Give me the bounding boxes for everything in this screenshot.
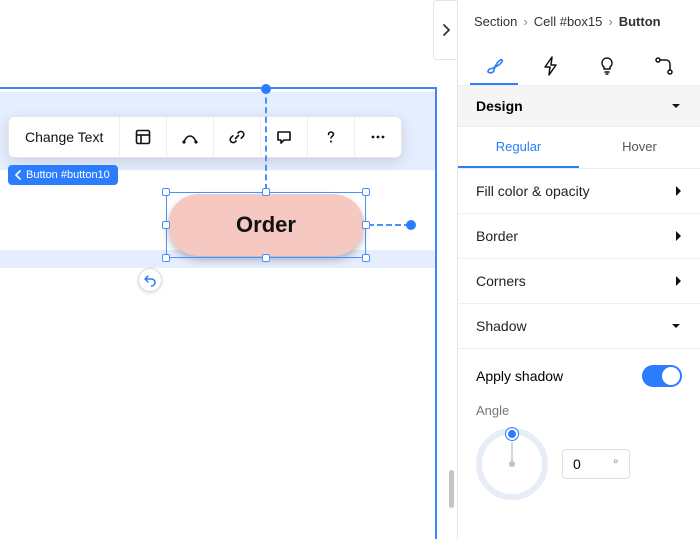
breadcrumb-separator: › xyxy=(523,14,527,29)
element-badge[interactable]: Button #button10 xyxy=(8,165,118,185)
chevron-left-icon xyxy=(14,170,22,180)
more-button[interactable] xyxy=(354,117,401,157)
tab-settings[interactable] xyxy=(640,49,688,85)
resize-handle-middle-left[interactable] xyxy=(162,221,170,229)
change-text-button[interactable]: Change Text xyxy=(9,117,119,157)
resize-handle-bottom-middle[interactable] xyxy=(262,254,270,262)
breadcrumb-separator: › xyxy=(608,14,612,29)
state-tabs: Regular Hover xyxy=(458,127,700,169)
resize-handle-top-right[interactable] xyxy=(362,188,370,196)
element-toolbar: Change Text xyxy=(8,116,402,158)
row-fill-opacity[interactable]: Fill color & opacity xyxy=(458,169,700,214)
breadcrumb-current: Button xyxy=(619,14,661,29)
angle-input[interactable] xyxy=(573,456,607,472)
anchor-right[interactable] xyxy=(406,220,416,230)
alignment-guide-horizontal xyxy=(368,224,410,226)
apply-shadow-row: Apply shadow xyxy=(458,349,700,395)
toggle-knob xyxy=(662,367,680,385)
link-button[interactable] xyxy=(213,117,260,157)
chevron-right-icon xyxy=(674,185,682,197)
canvas-scrollbar[interactable] xyxy=(449,470,454,508)
layout-icon xyxy=(134,128,152,146)
tab-effects[interactable] xyxy=(583,49,631,85)
canvas[interactable]: Change Text Button #button xyxy=(0,0,457,539)
row-shadow-label: Shadow xyxy=(476,318,527,334)
angle-center xyxy=(509,461,515,467)
anchor-top[interactable] xyxy=(261,84,271,94)
chevron-right-icon xyxy=(674,230,682,242)
lightbulb-icon xyxy=(598,56,616,76)
resize-handle-bottom-left[interactable] xyxy=(162,254,170,262)
tab-interactions[interactable] xyxy=(527,49,575,85)
more-icon xyxy=(369,128,387,146)
design-section-label: Design xyxy=(476,98,523,114)
selection-outline xyxy=(166,192,366,258)
row-border-label: Border xyxy=(476,228,518,244)
panel-tabs xyxy=(458,39,700,86)
breadcrumb-section[interactable]: Section xyxy=(474,14,517,29)
resize-handle-top-middle[interactable] xyxy=(262,188,270,196)
animation-button[interactable] xyxy=(166,117,213,157)
properties-panel: Section › Cell #box15 › Button Design xyxy=(457,0,700,539)
angle-label: Angle xyxy=(476,403,682,418)
undo-button[interactable] xyxy=(138,268,162,292)
tab-design[interactable] xyxy=(470,49,518,85)
resize-handle-middle-right[interactable] xyxy=(362,221,370,229)
state-tab-regular[interactable]: Regular xyxy=(458,127,579,168)
brush-icon xyxy=(484,56,504,76)
help-button[interactable] xyxy=(307,117,354,157)
design-section-header[interactable]: Design xyxy=(458,86,700,127)
resize-handle-top-left[interactable] xyxy=(162,188,170,196)
layout-button[interactable] xyxy=(119,117,166,157)
lightning-icon xyxy=(542,56,560,76)
path-icon xyxy=(181,128,199,146)
angle-unit: ° xyxy=(613,456,619,472)
row-corners[interactable]: Corners xyxy=(458,259,700,304)
angle-input-wrap[interactable]: ° xyxy=(562,449,630,479)
change-text-label: Change Text xyxy=(25,129,103,145)
chevron-right-icon xyxy=(441,23,451,37)
row-fill-label: Fill color & opacity xyxy=(476,183,590,199)
connections-icon xyxy=(654,56,674,76)
undo-icon xyxy=(143,273,157,287)
row-border[interactable]: Border xyxy=(458,214,700,259)
apply-shadow-label: Apply shadow xyxy=(476,368,563,384)
comment-icon xyxy=(275,128,293,146)
angle-block: Angle ° xyxy=(458,395,700,500)
chevron-down-icon xyxy=(670,100,682,112)
row-shadow[interactable]: Shadow xyxy=(458,304,700,349)
alignment-guide-vertical xyxy=(265,88,267,190)
apply-shadow-toggle[interactable] xyxy=(642,365,682,387)
comment-button[interactable] xyxy=(260,117,307,157)
breadcrumb: Section › Cell #box15 › Button xyxy=(458,0,700,39)
resize-handle-bottom-right[interactable] xyxy=(362,254,370,262)
panel-collapse-button[interactable] xyxy=(433,0,457,60)
chevron-down-icon xyxy=(670,320,682,332)
breadcrumb-cell[interactable]: Cell #box15 xyxy=(534,14,603,29)
help-icon xyxy=(322,128,340,146)
angle-dial[interactable] xyxy=(476,428,548,500)
row-corners-label: Corners xyxy=(476,273,526,289)
angle-dial-handle[interactable] xyxy=(506,428,518,440)
chevron-right-icon xyxy=(674,275,682,287)
link-icon xyxy=(228,128,246,146)
element-badge-label: Button #button10 xyxy=(26,169,110,181)
state-tab-hover[interactable]: Hover xyxy=(579,127,700,168)
